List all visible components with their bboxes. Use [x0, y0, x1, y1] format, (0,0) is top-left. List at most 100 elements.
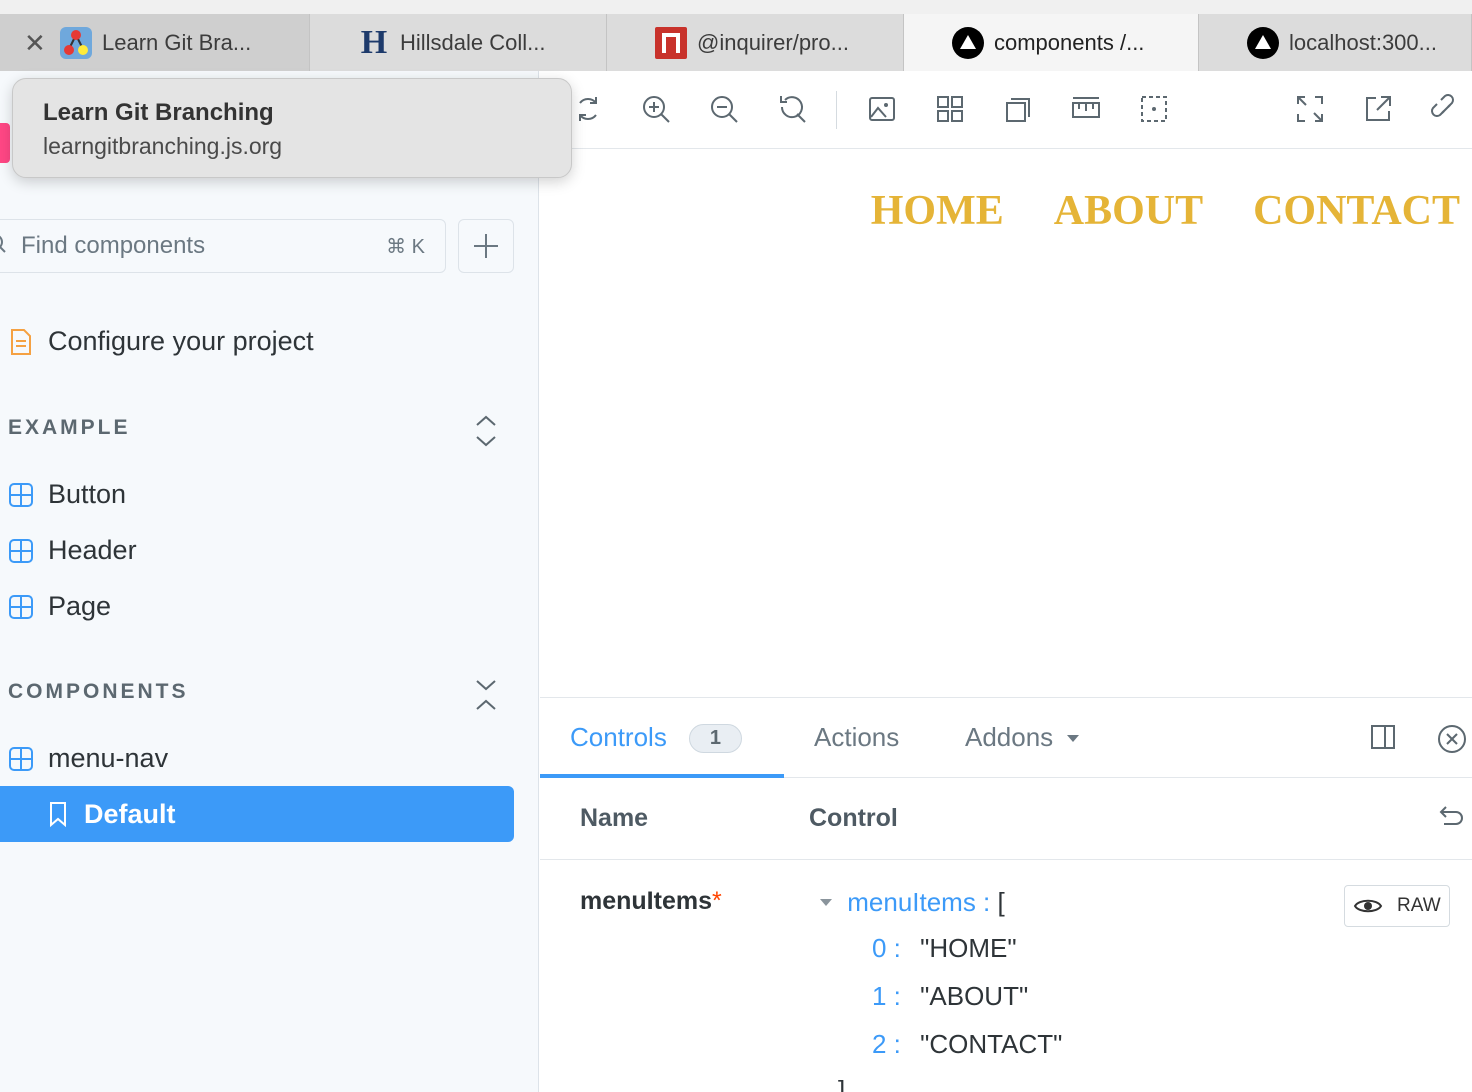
sidebar-item-configure[interactable]: Configure your project: [8, 326, 314, 357]
measure-icon[interactable]: [1070, 93, 1102, 125]
zoom-reset-icon[interactable]: [776, 93, 808, 125]
section-title-example[interactable]: EXAMPLE: [8, 416, 131, 440]
tab-title: Learn Git Bra...: [102, 29, 252, 55]
sidebar-item-page[interactable]: Page: [8, 591, 111, 622]
zoom-out-icon[interactable]: [708, 93, 740, 125]
sidebar-story-default[interactable]: Default: [0, 786, 514, 842]
story-preview-canvas: HOME ABOUT CONTACT: [540, 149, 1472, 697]
tab-addons-dropdown[interactable]: Addons: [965, 722, 1080, 753]
browser-tab-learn-git[interactable]: ✕ Learn Git Bra...: [0, 14, 310, 71]
json-value[interactable]: "ABOUT": [920, 981, 1028, 1011]
browser-tab-bar: ✕ Learn Git Bra... H Hillsdale Coll... @…: [0, 0, 1472, 71]
raw-toggle-button[interactable]: RAW: [1344, 885, 1450, 927]
column-header-name: Name: [580, 804, 649, 832]
json-key: menuItems :: [847, 887, 991, 917]
menu-item-contact[interactable]: CONTACT: [1253, 187, 1460, 235]
storybook-logo-icon[interactable]: [0, 123, 10, 163]
browser-tab-components[interactable]: components /...: [904, 14, 1199, 71]
sidebar-item-label: Button: [48, 479, 127, 509]
column-header-control: Control: [809, 804, 898, 832]
tab-controls-label: Controls: [570, 722, 667, 752]
json-open-bracket: [: [997, 887, 1005, 917]
tooltip-url: learngitbranching.js.org: [43, 133, 283, 159]
required-marker: *: [711, 887, 722, 915]
search-shortcut: ⌘ K: [386, 236, 425, 258]
json-index: 0 :: [872, 933, 901, 963]
npm-favicon-icon: [655, 26, 687, 59]
hillsdale-h-favicon-icon: H: [360, 23, 388, 61]
tooltip-title: Learn Git Branching: [43, 99, 274, 126]
browser-tab-hillsdale[interactable]: H Hillsdale Coll...: [310, 14, 607, 71]
viewport-icon[interactable]: [1002, 93, 1034, 125]
addons-panel: Controls 1 Actions Addons Name Control me…: [540, 697, 1472, 1092]
git-branching-favicon-icon: [60, 26, 92, 59]
browser-tab-inquirer[interactable]: @inquirer/pro...: [607, 14, 904, 71]
close-panel-icon[interactable]: [1437, 724, 1467, 754]
tab-controls[interactable]: Controls 1: [570, 722, 742, 753]
background-icon[interactable]: [866, 93, 898, 125]
panel-orientation-icon[interactable]: [1370, 724, 1396, 750]
add-button[interactable]: [458, 219, 514, 273]
component-icon: [8, 482, 34, 508]
triangle-favicon-icon: [952, 26, 984, 59]
open-new-tab-icon[interactable]: [1362, 93, 1394, 125]
storybook-sidebar: Find components ⌘ K Configure your proje…: [0, 71, 539, 1092]
reload-icon[interactable]: [572, 93, 604, 125]
controls-count-badge: 1: [688, 724, 742, 753]
plus-icon: [474, 234, 498, 258]
component-icon: [8, 538, 34, 564]
json-close-bracket: ]: [838, 1075, 846, 1092]
menu-item-about[interactable]: ABOUT: [1054, 187, 1203, 235]
zoom-in-icon[interactable]: [640, 93, 672, 125]
fullscreen-icon[interactable]: [1294, 93, 1326, 125]
json-array-item[interactable]: 2 : "CONTACT": [872, 1029, 1062, 1060]
section-title-components[interactable]: COMPONENTS: [8, 680, 189, 704]
bookmark-icon: [50, 802, 66, 827]
reset-controls-icon[interactable]: [1436, 804, 1464, 830]
grid-icon[interactable]: [934, 93, 966, 125]
search-input[interactable]: Find components ⌘ K: [0, 219, 446, 273]
json-array-item[interactable]: 0 : "HOME": [872, 933, 1017, 964]
json-value[interactable]: "CONTACT": [920, 1029, 1062, 1059]
sidebar-item-menu-nav[interactable]: menu-nav: [8, 743, 168, 774]
json-array-item[interactable]: 1 : "ABOUT": [872, 981, 1028, 1012]
prop-name: menuItems: [580, 887, 712, 915]
document-icon: [8, 328, 34, 355]
addons-tab-bar: Controls 1 Actions Addons: [540, 698, 1472, 778]
eye-icon: [1353, 899, 1383, 913]
sidebar-item-header[interactable]: Header: [8, 535, 137, 566]
copy-link-icon[interactable]: [1430, 93, 1462, 125]
triangle-favicon-icon: [1247, 26, 1279, 59]
search-icon: [0, 235, 6, 253]
raw-label: RAW: [1397, 895, 1441, 916]
collapse-triangle-icon[interactable]: [820, 899, 832, 906]
browser-tab-localhost[interactable]: localhost:300...: [1199, 14, 1472, 71]
tab-title: Hillsdale Coll...: [400, 29, 546, 55]
sidebar-item-button[interactable]: Button: [8, 479, 126, 510]
outline-icon[interactable]: [1138, 93, 1170, 125]
control-row-name: menuItems*: [580, 887, 722, 916]
json-editor[interactable]: menuItems : [: [820, 887, 1005, 918]
chevron-down-icon: [1067, 735, 1080, 742]
sidebar-item-label: Header: [48, 535, 137, 565]
menu-nav-component: HOME ABOUT CONTACT: [871, 187, 1460, 235]
story-label: Default: [84, 798, 176, 829]
expand-collapse-icon[interactable]: [472, 413, 500, 449]
preview-toolbar: [540, 71, 1472, 149]
collapse-icon[interactable]: [472, 677, 500, 713]
tab-hover-tooltip: Learn Git Branching learngitbranching.js…: [12, 78, 572, 178]
menu-item-home[interactable]: HOME: [871, 187, 1004, 235]
search-placeholder: Find components: [21, 232, 206, 259]
tab-actions[interactable]: Actions: [814, 722, 899, 753]
controls-table-header: Name Control: [540, 778, 1472, 860]
tab-addons-label: Addons: [965, 722, 1054, 752]
json-value[interactable]: "HOME": [920, 933, 1016, 963]
sidebar-item-label: Configure your project: [48, 326, 314, 356]
component-icon: [8, 594, 34, 620]
close-tab-icon[interactable]: ✕: [24, 30, 46, 56]
tab-title: localhost:300...: [1289, 29, 1437, 55]
sidebar-item-label: menu-nav: [48, 743, 169, 773]
component-icon: [8, 746, 34, 772]
tab-title: components /...: [994, 29, 1145, 55]
sidebar-item-label: Page: [48, 591, 112, 621]
